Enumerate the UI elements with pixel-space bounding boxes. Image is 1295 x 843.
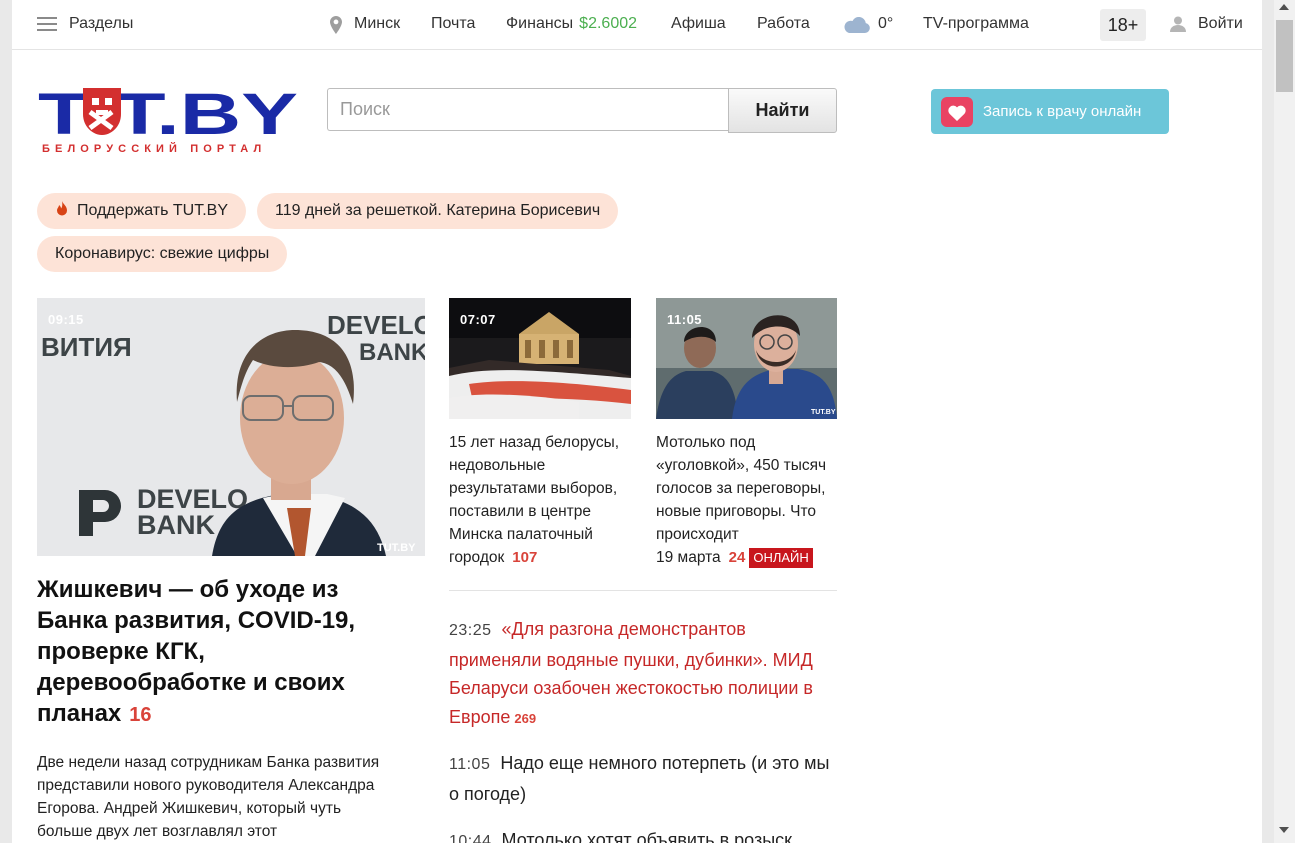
finance-link[interactable]: Финансы $2.6002 bbox=[506, 15, 637, 33]
city-link[interactable]: Минск bbox=[354, 15, 400, 33]
location-pin-icon bbox=[330, 16, 342, 34]
scroll-up-arrow-icon[interactable] bbox=[1279, 4, 1289, 10]
tut-by-logo[interactable]: T T.BY БЕЛОРУССКИЙ ПОРТАЛ bbox=[38, 82, 302, 160]
login-link[interactable]: Войти bbox=[1198, 15, 1243, 33]
main-story-lead: Две недели назад сотрудникам Банка разви… bbox=[37, 754, 380, 840]
finance-label: Финансы bbox=[506, 15, 574, 32]
top-navigation-bar: Разделы Минск Почта Финансы $2.6002 Афиша… bbox=[12, 0, 1262, 50]
portrait-photo: ВИТИЯ DEVELO BANK DEVELO BANK TUT.BY bbox=[37, 298, 425, 556]
svg-text:T T.BY: T T.BY bbox=[38, 84, 298, 140]
online-badge: ОНЛАЙН bbox=[749, 548, 813, 568]
sections-link[interactable]: Разделы bbox=[69, 15, 133, 33]
search-input[interactable] bbox=[327, 88, 729, 131]
main-story-image[interactable]: ВИТИЯ DEVELO BANK DEVELO BANK TUT.BY 09:… bbox=[37, 298, 425, 556]
mail-link[interactable]: Почта bbox=[431, 15, 475, 33]
menu-icon[interactable] bbox=[37, 17, 57, 32]
video-duration: 11:05 bbox=[667, 312, 703, 327]
flame-icon bbox=[57, 201, 67, 216]
vertical-scrollbar[interactable] bbox=[1274, 0, 1295, 843]
comment-count: 269 bbox=[514, 710, 537, 726]
chip-support[interactable]: Поддержать TUT.BY bbox=[37, 193, 246, 229]
card-1-headline[interactable]: 15 лет назад белорусы, недовольные резул… bbox=[449, 431, 631, 569]
card-2-headline[interactable]: Мотолько под «уголовкой», 450 тысяч голо… bbox=[656, 431, 841, 569]
user-icon[interactable] bbox=[1170, 16, 1186, 32]
card-1-image[interactable]: 07:07 bbox=[449, 298, 631, 419]
main-story-headline[interactable]: Жишкевич — об уходе из Банка развития, C… bbox=[37, 574, 382, 731]
feed-time: 10:44 bbox=[449, 833, 492, 843]
card-2-title: Мотолько под «уголовкой», 450 тысяч голо… bbox=[656, 434, 827, 543]
heart-icon bbox=[941, 97, 973, 127]
scroll-down-arrow-icon[interactable] bbox=[1279, 827, 1289, 833]
feed-time: 23:25 bbox=[449, 622, 492, 639]
svg-text:TUT.BY: TUT.BY bbox=[377, 542, 416, 554]
weather-temperature[interactable]: 0° bbox=[878, 15, 893, 33]
feed-item[interactable]: 11:05 Надо еще немного потерпеть (и это м… bbox=[449, 749, 834, 808]
doctor-button-label: Запись к врачу онлайн bbox=[983, 103, 1142, 120]
page: Разделы Минск Почта Финансы $2.6002 Афиша… bbox=[12, 0, 1262, 843]
comment-count: 16 bbox=[129, 704, 152, 726]
svg-text:BANK: BANK bbox=[137, 510, 215, 540]
tv-program-link[interactable]: TV-программа bbox=[923, 15, 1029, 33]
chip-borisevich[interactable]: 119 дней за решеткой. Катерина Борисевич bbox=[257, 193, 619, 229]
svg-text:TUT.BY: TUT.BY bbox=[811, 409, 836, 416]
work-link[interactable]: Работа bbox=[757, 15, 810, 33]
feed-item[interactable]: 23:25 «Для разгона демонстрантов применял… bbox=[449, 615, 834, 733]
video-duration: 09:15 bbox=[48, 312, 84, 327]
age-rating-badge: 18+ bbox=[1100, 9, 1146, 41]
card-1-title: 15 лет назад белорусы, недовольные резул… bbox=[449, 434, 620, 566]
chip-coronavirus[interactable]: Коронавирус: свежие цифры bbox=[37, 236, 288, 272]
svg-text:DEVELO: DEVELO bbox=[327, 310, 425, 340]
doctor-appointment-button[interactable]: Запись к врачу онлайн bbox=[931, 89, 1169, 134]
main-story-title: Жишкевич — об уходе из Банка развития, C… bbox=[37, 576, 356, 727]
feed-time: 11:05 bbox=[449, 756, 491, 773]
card-2-image[interactable]: TUT.BY 11:05 bbox=[656, 298, 837, 419]
feed-text: Мотолько хотят объявить в розыск bbox=[501, 830, 793, 843]
currency-rate: $2.6002 bbox=[579, 15, 638, 32]
feed-text: Надо еще немного потерпеть (и это мы о п… bbox=[449, 753, 830, 804]
video-duration: 07:07 bbox=[460, 312, 496, 327]
feed-item[interactable]: 10:44 Мотолько хотят объявить в розыск bbox=[449, 826, 834, 843]
comment-count: 107 bbox=[512, 549, 538, 566]
svg-text:BANK: BANK bbox=[359, 339, 425, 366]
cloud-weather-icon bbox=[844, 17, 870, 33]
logo-mark: T T.BY bbox=[38, 82, 298, 147]
card-2-date: 19 марта bbox=[656, 549, 721, 566]
comment-count: 24 bbox=[728, 549, 746, 566]
chip-support-label: Поддержать TUT.BY bbox=[77, 202, 228, 219]
scrollbar-thumb[interactable] bbox=[1276, 20, 1293, 92]
divider bbox=[449, 590, 837, 591]
afisha-link[interactable]: Афиша bbox=[671, 15, 726, 33]
feed-text: «Для разгона демонстрантов применяли вод… bbox=[449, 619, 813, 727]
search-button[interactable]: Найти bbox=[728, 88, 837, 133]
svg-text:ВИТИЯ: ВИТИЯ bbox=[41, 332, 132, 362]
logo-subtitle: БЕЛОРУССКИЙ ПОРТАЛ bbox=[42, 143, 267, 155]
